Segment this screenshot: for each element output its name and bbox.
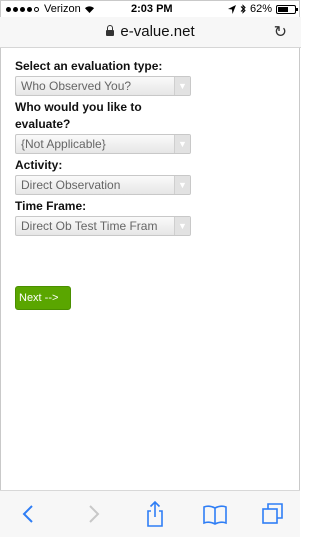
time-frame-label: Time Frame: bbox=[15, 199, 87, 213]
activity-label: Activity: bbox=[15, 158, 63, 172]
tabs-icon[interactable] bbox=[258, 499, 288, 529]
wifi-icon bbox=[84, 5, 94, 13]
url-text: e-value.net bbox=[120, 23, 195, 40]
evaluate-who-select[interactable]: {Not Applicable} ▼ bbox=[15, 134, 191, 154]
url-display[interactable]: e-value.net bbox=[0, 23, 301, 40]
back-icon[interactable] bbox=[14, 499, 44, 529]
status-right: 62% bbox=[227, 3, 298, 15]
carrier: Verizon bbox=[6, 3, 95, 15]
evaluate-who-value: {Not Applicable} bbox=[21, 137, 106, 151]
lock-icon bbox=[106, 25, 115, 36]
evaluate-who-label: Who would you like to evaluate? bbox=[15, 100, 142, 131]
battery-percent: 62% bbox=[249, 3, 272, 15]
next-button[interactable]: Next --> bbox=[15, 286, 71, 310]
reload-icon[interactable]: ↻ bbox=[274, 22, 287, 42]
evaluation-type-select[interactable]: Who Observed You? ▼ bbox=[15, 76, 191, 96]
time-frame-value: Direct Ob Test Time Fram bbox=[21, 219, 158, 233]
chevron-down-icon: ▼ bbox=[174, 217, 190, 235]
bluetooth-icon bbox=[240, 4, 246, 14]
address-bar[interactable]: e-value.net ↻ bbox=[0, 17, 301, 48]
activity-value: Direct Observation bbox=[21, 178, 121, 192]
share-icon[interactable] bbox=[140, 499, 170, 529]
browser-toolbar bbox=[0, 490, 300, 537]
location-icon bbox=[227, 4, 236, 14]
carrier-name: Verizon bbox=[44, 3, 81, 15]
evaluation-form: Select an evaluation type: Who Observed … bbox=[15, 58, 215, 239]
chevron-down-icon: ▼ bbox=[174, 176, 190, 194]
status-bar: Verizon 2:03 PM 62% bbox=[6, 3, 298, 17]
battery-icon bbox=[276, 4, 298, 14]
chevron-down-icon: ▼ bbox=[174, 135, 190, 153]
bookmarks-icon[interactable] bbox=[200, 499, 230, 529]
forward-icon[interactable] bbox=[78, 499, 108, 529]
activity-select[interactable]: Direct Observation ▼ bbox=[15, 175, 191, 195]
signal-icon bbox=[6, 6, 39, 12]
time-frame-select[interactable]: Direct Ob Test Time Fram ▼ bbox=[15, 216, 191, 236]
evaluation-type-label: Select an evaluation type: bbox=[15, 59, 163, 73]
evaluation-type-value: Who Observed You? bbox=[21, 79, 132, 93]
chevron-down-icon: ▼ bbox=[174, 77, 190, 95]
clock: 2:03 PM bbox=[131, 3, 173, 15]
